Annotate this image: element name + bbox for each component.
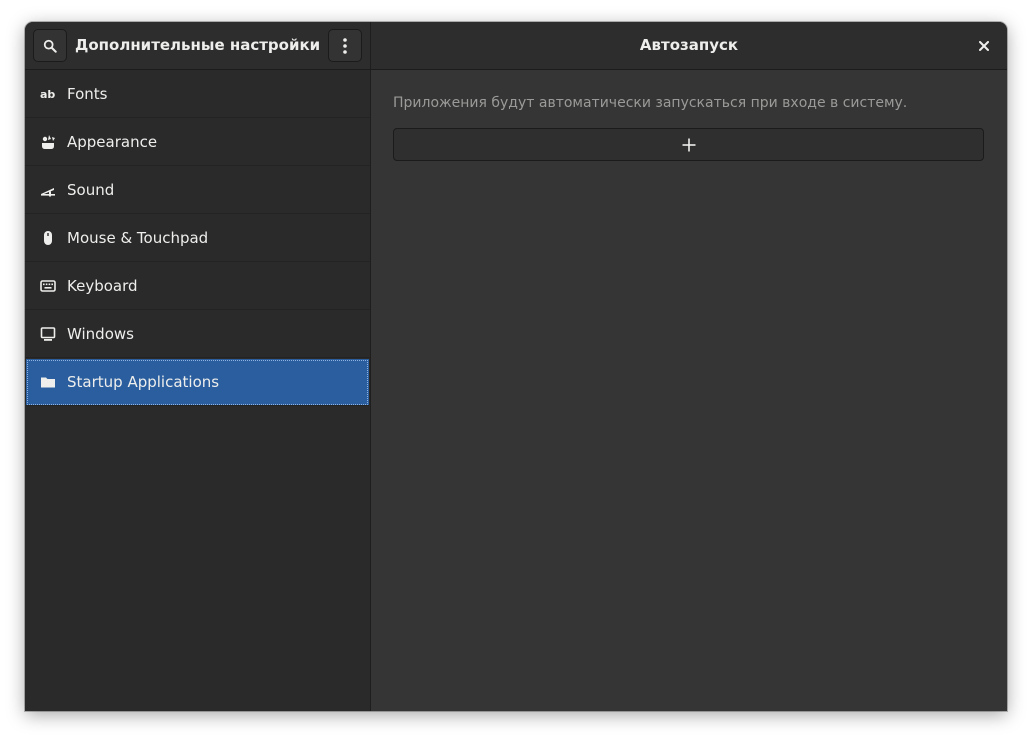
startup-description: Приложения будут автоматически запускать… xyxy=(393,95,908,111)
close-button[interactable] xyxy=(969,31,999,61)
folder-icon xyxy=(39,373,57,391)
windows-icon xyxy=(39,325,57,343)
sidebar-item-appearance[interactable]: Appearance xyxy=(25,118,370,166)
vertical-ellipsis-icon xyxy=(343,37,347,54)
svg-text:ab: ab xyxy=(40,88,55,101)
sidebar: ab Fonts Appearance Sound Mouse & Touchp… xyxy=(25,70,371,711)
sidebar-item-fonts[interactable]: ab Fonts xyxy=(25,70,370,118)
sidebar-item-label: Startup Applications xyxy=(67,373,220,391)
sidebar-item-label: Appearance xyxy=(67,132,158,151)
fonts-icon: ab xyxy=(39,85,57,103)
sidebar-item-label: Mouse & Touchpad xyxy=(67,228,209,247)
window: Дополнительные настройки Автозапуск ab F… xyxy=(25,22,1007,711)
plus-icon xyxy=(682,138,695,151)
close-icon xyxy=(979,41,989,51)
menu-button[interactable] xyxy=(328,29,362,62)
sidebar-item-label: Fonts xyxy=(67,84,108,103)
sidebar-item-startup-applications[interactable]: Startup Applications xyxy=(26,359,369,406)
sidebar-item-windows[interactable]: Windows xyxy=(25,310,370,358)
page-title: Автозапуск xyxy=(639,36,739,54)
add-startup-app-button[interactable] xyxy=(393,128,984,161)
keyboard-icon xyxy=(39,277,57,295)
appearance-icon xyxy=(39,133,57,151)
main-content: Приложения будут автоматически запускать… xyxy=(371,70,1007,711)
header-bar: Дополнительные настройки Автозапуск xyxy=(25,22,1007,70)
sound-icon xyxy=(39,181,57,199)
sidebar-item-mouse-touchpad[interactable]: Mouse & Touchpad xyxy=(25,214,370,262)
sidebar-item-label: Windows xyxy=(67,324,134,343)
sidebar-item-label: Sound xyxy=(67,180,115,199)
mouse-icon xyxy=(39,229,57,247)
sidebar-item-label: Keyboard xyxy=(67,276,138,295)
search-icon xyxy=(43,39,57,53)
sidebar-item-keyboard[interactable]: Keyboard xyxy=(25,262,370,310)
header-left-pane: Дополнительные настройки xyxy=(25,22,371,69)
header-left-title: Дополнительные настройки xyxy=(75,36,321,54)
search-button[interactable] xyxy=(33,29,67,62)
sidebar-item-sound[interactable]: Sound xyxy=(25,166,370,214)
